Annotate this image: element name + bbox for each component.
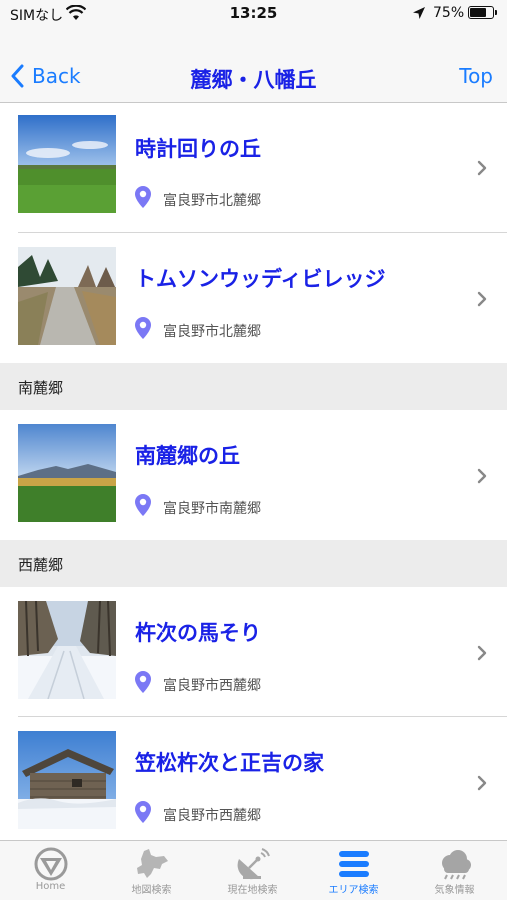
tab-label: 現在地検索	[227, 885, 278, 896]
tab-area-search[interactable]: エリア検索	[303, 841, 404, 901]
list-item[interactable]: 時計回りの丘 富良野市北麓郷	[0, 103, 507, 233]
cloud-weather-icon	[441, 850, 471, 880]
spot-name: 杵次の馬そり	[135, 621, 261, 645]
chevron-right-icon	[477, 775, 487, 791]
chevron-right-icon	[477, 160, 487, 176]
navigation-bar: Back 麓郷・八幡丘 Top	[0, 28, 507, 103]
home-circle-icon	[34, 847, 67, 881]
tab-home[interactable]: Home	[0, 841, 101, 901]
spot-thumbnail-village-road	[18, 247, 116, 345]
spot-name: 笠松杵次と正吉の家	[135, 751, 324, 775]
spot-name: 南麓郷の丘	[135, 444, 240, 468]
chevron-right-icon	[477, 468, 487, 484]
page-title: 麓郷・八幡丘	[190, 68, 317, 92]
spot-address: 富良野市北麓郷	[163, 324, 261, 340]
spot-address: 富良野市南麓郷	[163, 501, 261, 517]
battery-icon	[468, 6, 494, 19]
list-item[interactable]: トムソンウッディビレッジ 富良野市北麓郷	[0, 233, 507, 363]
tab-current-location[interactable]: 現在地検索	[202, 841, 303, 901]
spot-thumbnail-south-hill	[18, 424, 116, 522]
clock: 13:25	[229, 4, 278, 22]
list-item[interactable]: 杵次の馬そり 富良野市西麓郷	[0, 587, 507, 717]
tab-weather[interactable]: 気象情報	[404, 841, 505, 901]
top-button[interactable]: Top	[459, 64, 493, 88]
location-arrow-icon	[413, 7, 425, 19]
battery-tip	[495, 10, 497, 15]
map-pin-icon	[135, 186, 151, 208]
map-pin-icon	[135, 317, 151, 339]
spot-name: トムソンウッディビレッジ	[135, 267, 386, 291]
tab-label: 地図検索	[131, 885, 172, 896]
spot-thumbnail-snowy-road	[18, 601, 116, 699]
list-item[interactable]: 南麓郷の丘 富良野市南麓郷	[0, 410, 507, 540]
tab-map-search[interactable]: 地図検索	[101, 841, 202, 901]
spot-list: 時計回りの丘 富良野市北麓郷 トムソンウッディビレッジ 富良野市北麓郷 南麓郷 …	[0, 103, 507, 847]
section-header: 西麓郷	[0, 540, 507, 587]
satellite-dish-icon	[237, 848, 270, 880]
list-item[interactable]: 笠松杵次と正吉の家 富良野市西麓郷	[0, 717, 507, 847]
hokkaido-map-icon	[136, 849, 168, 878]
spot-thumbnail-hill	[18, 115, 116, 213]
tab-label: 気象情報	[434, 885, 475, 896]
section-title: 西麓郷	[18, 556, 64, 574]
tab-label: Home	[35, 881, 66, 892]
spot-thumbnail-wooden-house	[18, 731, 116, 829]
spot-name: 時計回りの丘	[135, 137, 261, 161]
section-title: 南麓郷	[18, 379, 64, 397]
battery-percent: 75%	[433, 5, 465, 21]
map-pin-icon	[135, 671, 151, 693]
spot-address: 富良野市北麓郷	[163, 193, 261, 209]
tab-bar: Home 地図検索 現在地検索 エリア検索 気象情報	[0, 840, 507, 900]
section-header: 南麓郷	[0, 363, 507, 410]
tab-label: エリア検索	[328, 885, 379, 896]
status-bar: SIMなし 13:25 75%	[0, 0, 507, 28]
chevron-right-icon	[477, 645, 487, 661]
chevron-right-icon	[477, 291, 487, 307]
map-pin-icon	[135, 801, 151, 823]
spot-address: 富良野市西麓郷	[163, 678, 261, 694]
spot-address: 富良野市西麓郷	[163, 808, 261, 824]
map-pin-icon	[135, 494, 151, 516]
list-bars-icon	[338, 851, 369, 877]
